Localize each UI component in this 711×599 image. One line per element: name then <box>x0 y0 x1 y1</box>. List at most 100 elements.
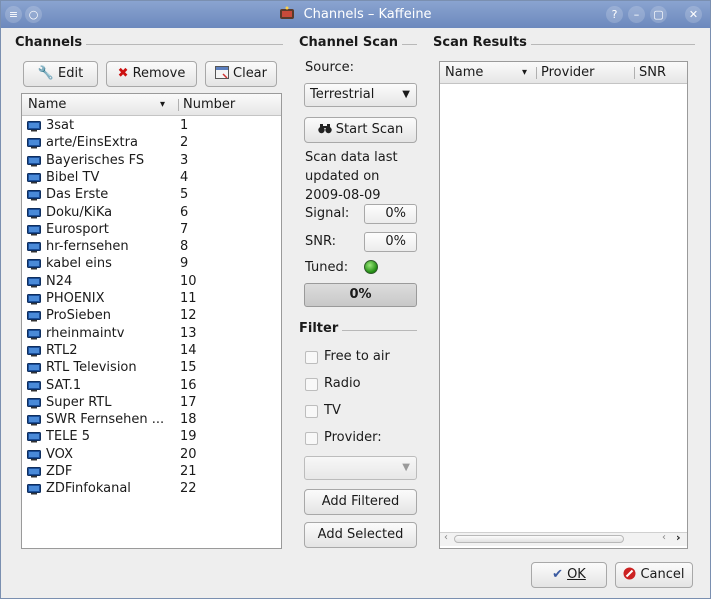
tv-icon <box>27 484 41 495</box>
title-bar[interactable]: ≡ ○ Channels – Kaffeine ? – ▢ ✕ <box>1 1 710 28</box>
channel-list-header: Name ▾ Number <box>22 94 281 116</box>
channel-number: 19 <box>180 429 197 445</box>
clear-button-label: Clear <box>233 66 267 81</box>
channel-row[interactable]: Super RTL 17 <box>22 395 281 412</box>
tv-label[interactable]: TV <box>324 403 341 418</box>
channel-name: RTL2 <box>46 342 78 358</box>
channel-row[interactable]: arte/EinsExtra 2 <box>22 135 281 152</box>
add-selected-button[interactable]: Add Selected <box>304 522 417 548</box>
radio-checkbox[interactable] <box>305 378 318 391</box>
radio-label[interactable]: Radio <box>324 376 361 391</box>
scroll-right-arrow-icon[interactable]: › <box>676 531 681 544</box>
channel-name: rheinmaintv <box>46 325 125 341</box>
tv-icon <box>27 449 41 461</box>
free-to-air-label[interactable]: Free to air <box>324 349 390 364</box>
provider-label[interactable]: Provider: <box>324 430 382 445</box>
maximize-button[interactable]: ▢ <box>650 6 667 23</box>
results-column-header-snr[interactable]: SNR <box>639 65 666 80</box>
channel-list[interactable]: Name ▾ Number 3sat 1 arte/EinsExtra 2 Bayeri… <box>21 93 282 549</box>
channel-number: 15 <box>180 360 197 376</box>
start-scan-button[interactable]: Start Scan <box>304 117 417 143</box>
channel-row[interactable]: VOX 20 <box>22 447 281 464</box>
column-header-name[interactable]: Name <box>28 97 66 112</box>
provider-checkbox[interactable] <box>305 432 318 445</box>
channel-row[interactable]: RTL2 14 <box>22 343 281 360</box>
scan-progress-text: 0% <box>349 287 372 302</box>
channel-row[interactable]: kabel eins 9 <box>22 256 281 273</box>
sort-chevron-down-icon: ▾ <box>160 99 166 110</box>
minimize-button[interactable]: – <box>628 6 645 23</box>
scroll-left-arrow-icon[interactable]: ‹ <box>662 532 666 543</box>
provider-select[interactable]: ▼ <box>304 456 417 480</box>
ok-button-label: OK <box>567 567 586 582</box>
edit-button-label: Edit <box>58 66 84 81</box>
results-column-header-provider[interactable]: Provider <box>541 65 595 80</box>
ok-button[interactable]: ✔ OK <box>531 562 607 588</box>
cancel-button-label: Cancel <box>640 567 685 582</box>
tv-checkbox[interactable] <box>305 405 318 418</box>
add-filtered-button[interactable]: Add Filtered <box>304 489 417 515</box>
scrollbar-thumb[interactable] <box>454 535 624 543</box>
channel-row[interactable]: PHOENIX 11 <box>22 291 281 308</box>
channel-row[interactable]: ProSieben 12 <box>22 308 281 325</box>
tv-icon <box>27 242 41 253</box>
channel-row[interactable]: RTL Television 15 <box>22 360 281 377</box>
tuned-status-led-icon <box>364 260 378 274</box>
channel-row[interactable]: Eurosport 7 <box>22 222 281 239</box>
channel-row[interactable]: Das Erste 5 <box>22 187 281 204</box>
channel-name: RTL Television <box>46 360 137 376</box>
channel-name: VOX <box>46 446 73 462</box>
channel-row[interactable]: hr-fernsehen 8 <box>22 239 281 256</box>
remove-button[interactable]: ✖ Remove <box>106 61 197 87</box>
channel-name: Eurosport <box>46 221 109 237</box>
channel-row[interactable]: rheinmaintv 13 <box>22 326 281 343</box>
help-button[interactable]: ? <box>606 6 623 23</box>
column-header-number[interactable]: Number <box>183 97 235 112</box>
window-title: Channels – Kaffeine <box>303 7 432 22</box>
column-separator <box>536 67 537 79</box>
channel-name: hr-fernsehen <box>46 239 129 255</box>
scan-results-section-title: Scan Results <box>433 35 531 50</box>
channel-row[interactable]: ZDFinfokanal 22 <box>22 481 281 498</box>
source-select[interactable]: Terrestrial ▼ <box>304 83 417 107</box>
channel-row[interactable]: SWR Fernsehen ... 18 <box>22 412 281 429</box>
channel-name: Bibel TV <box>46 169 100 185</box>
column-separator <box>634 67 635 79</box>
channel-number: 7 <box>180 221 189 237</box>
close-button[interactable]: ✕ <box>685 6 702 23</box>
free-to-air-checkbox[interactable] <box>305 351 318 364</box>
channel-number: 2 <box>180 135 189 151</box>
scan-progress-bar: 0% <box>304 283 417 307</box>
window-title-area: Channels – Kaffeine <box>1 6 710 22</box>
edit-wrench-icon: 🔧 <box>37 66 54 81</box>
channel-row[interactable]: TELE 5 19 <box>22 429 281 446</box>
channel-name: Doku/KiKa <box>46 204 113 220</box>
clear-button[interactable]: Clear <box>205 61 277 87</box>
chevron-down-icon: ▼ <box>402 462 410 473</box>
cancel-icon <box>623 563 636 587</box>
scan-results-list[interactable]: Name ▾ Provider SNR ‹ ‹ › <box>439 61 688 549</box>
tv-icon <box>27 190 41 201</box>
edit-button[interactable]: 🔧 Edit <box>23 61 98 87</box>
results-horizontal-scrollbar[interactable]: ‹ ‹ › <box>440 531 687 546</box>
channel-row[interactable]: SAT.1 16 <box>22 378 281 395</box>
scan-info-line-1: Scan data last <box>305 150 398 165</box>
channel-row[interactable]: N24 10 <box>22 274 281 291</box>
channel-number: 18 <box>180 412 197 428</box>
scroll-left-arrow-icon[interactable]: ‹ <box>444 532 448 543</box>
channel-row[interactable]: Bibel TV 4 <box>22 170 281 187</box>
channel-name: ProSieben <box>46 308 111 324</box>
results-column-header-name[interactable]: Name <box>445 65 483 80</box>
cancel-button[interactable]: Cancel <box>615 562 693 588</box>
channel-row[interactable]: Bayerisches FS 3 <box>22 153 281 170</box>
tv-icon <box>27 259 41 270</box>
kaffeine-channels-dialog: ≡ ○ Channels – Kaffeine ? – ▢ ✕ Channels… <box>0 0 711 599</box>
source-label: Source: <box>305 60 355 75</box>
channel-row[interactable]: ZDF 21 <box>22 464 281 481</box>
tv-icon <box>27 172 41 184</box>
tv-icon <box>27 121 41 132</box>
channel-row[interactable]: Doku/KiKa 6 <box>22 205 281 222</box>
channel-row[interactable]: 3sat 1 <box>22 118 281 135</box>
tv-icon <box>27 294 41 305</box>
channel-number: 17 <box>180 394 197 410</box>
